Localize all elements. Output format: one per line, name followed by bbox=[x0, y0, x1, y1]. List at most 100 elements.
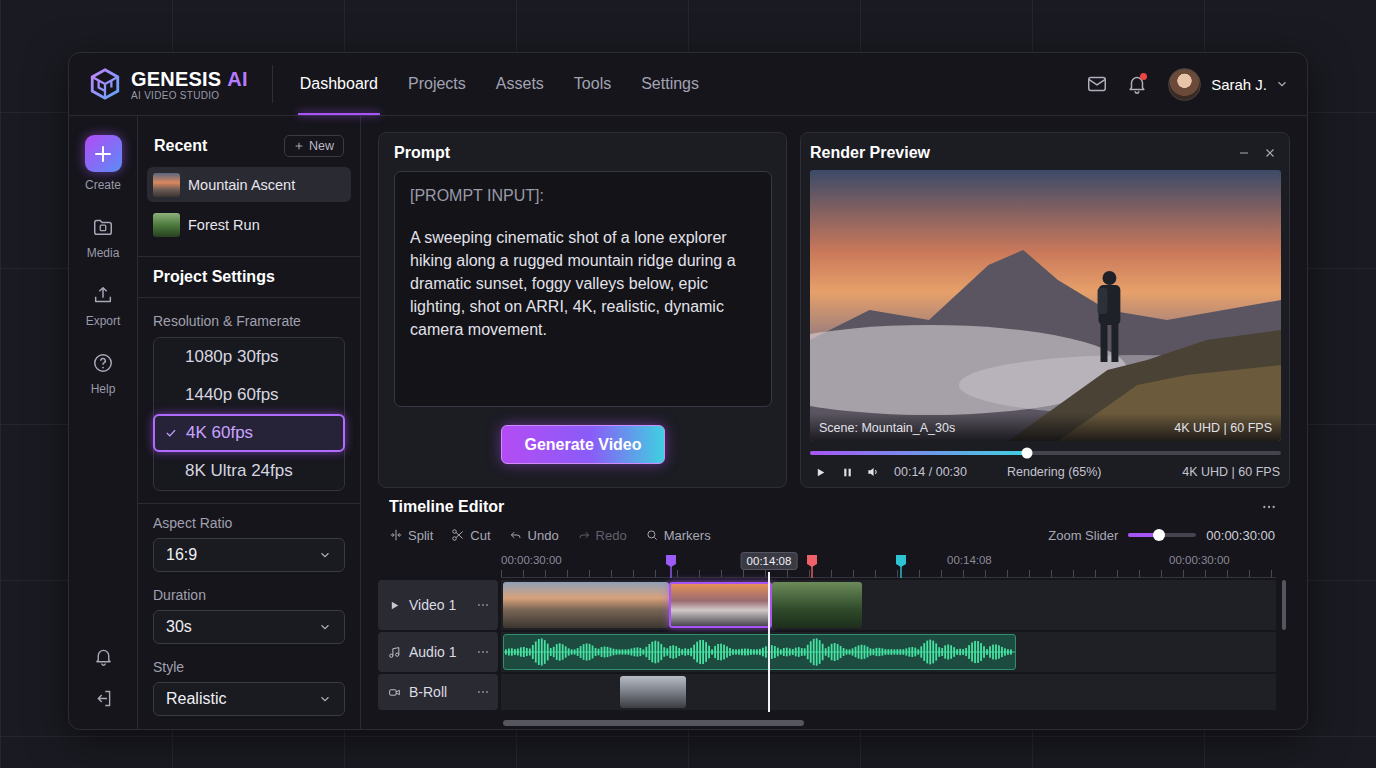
tool-button[interactable]: Redo bbox=[577, 528, 627, 543]
rail-icon-box[interactable] bbox=[90, 350, 116, 376]
vertical-scrollbar[interactable] bbox=[1282, 580, 1286, 630]
track-name: Video 1 bbox=[409, 597, 468, 613]
undo-icon[interactable] bbox=[509, 528, 523, 542]
rail-item[interactable]: Create bbox=[85, 135, 122, 192]
rail-label[interactable]: Media bbox=[87, 246, 120, 260]
resolution-option[interactable]: 4K 60fps bbox=[153, 414, 345, 452]
app-window: GENESISAIAI VIDEO STUDIO Dashboard Project… bbox=[68, 52, 1308, 730]
close-icon[interactable] bbox=[1263, 146, 1277, 160]
tool-button[interactable]: Undo bbox=[509, 528, 559, 543]
horizontal-scrollbar[interactable] bbox=[503, 720, 804, 726]
playback-progress[interactable] bbox=[810, 451, 1281, 455]
clip[interactable] bbox=[503, 582, 669, 628]
select[interactable]: 30s bbox=[153, 610, 345, 644]
scene-name: Scene: Mountain_A_30s bbox=[819, 421, 955, 435]
nav-item[interactable]: Tools bbox=[574, 53, 611, 115]
more-icon[interactable] bbox=[1261, 499, 1277, 515]
track-name: Audio 1 bbox=[409, 644, 468, 660]
plus-icon[interactable] bbox=[294, 141, 304, 151]
marker-flag-icon[interactable] bbox=[806, 554, 818, 578]
rail-icon-box[interactable] bbox=[85, 135, 122, 172]
content: Prompt[PROMPT INPUT]:A sweeping cinemati… bbox=[361, 116, 1307, 729]
rail-label[interactable]: Create bbox=[85, 178, 121, 192]
redo-icon[interactable] bbox=[577, 528, 591, 542]
more-icon[interactable] bbox=[476, 645, 490, 659]
nav-item[interactable]: Assets bbox=[496, 53, 544, 115]
chevron-down-icon[interactable] bbox=[318, 620, 332, 634]
media-icon[interactable] bbox=[92, 216, 114, 238]
track-header[interactable]: B-Roll bbox=[378, 674, 498, 710]
rail-item[interactable]: Media bbox=[87, 214, 120, 260]
resolution-option[interactable]: 8K Ultra 24fps bbox=[154, 452, 344, 490]
rail-item[interactable]: Help bbox=[90, 350, 116, 396]
rail-label[interactable]: Export bbox=[86, 314, 121, 328]
export-icon[interactable] bbox=[92, 284, 114, 306]
rail-icon-box[interactable] bbox=[90, 214, 116, 240]
nav-item[interactable]: Dashboard bbox=[300, 53, 378, 115]
nav-item[interactable]: Settings bbox=[641, 53, 699, 115]
bell-icon[interactable] bbox=[93, 646, 114, 667]
playback-time: 00:14 / 00:30 bbox=[894, 465, 967, 479]
marker-flag-icon[interactable] bbox=[895, 554, 907, 578]
clip[interactable] bbox=[772, 582, 862, 628]
time-ruler[interactable]: 00:00:30:0000:14:0800:00:30:0000:14:08 bbox=[501, 550, 1276, 578]
magnifier-icon[interactable] bbox=[645, 528, 659, 542]
clip[interactable] bbox=[669, 582, 772, 628]
avatar[interactable] bbox=[1168, 68, 1201, 101]
mail-icon[interactable] bbox=[1086, 73, 1108, 95]
field-label: Aspect Ratio bbox=[153, 514, 345, 532]
select[interactable]: 16:9 bbox=[153, 538, 345, 572]
new-button[interactable]: New bbox=[284, 135, 344, 157]
scissors-icon[interactable] bbox=[451, 528, 465, 542]
brand[interactable]: GENESISAIAI VIDEO STUDIO bbox=[88, 67, 248, 101]
logout-icon[interactable] bbox=[93, 688, 114, 709]
chevron-down-icon[interactable] bbox=[1275, 77, 1289, 91]
recent-item[interactable]: Forest Run bbox=[147, 207, 351, 242]
select[interactable]: Realistic bbox=[153, 682, 345, 716]
tool-button[interactable]: Split bbox=[389, 528, 433, 543]
recent-item[interactable]: Mountain Ascent bbox=[147, 167, 351, 202]
track-header[interactable]: Audio 1 bbox=[378, 632, 498, 672]
notifications[interactable] bbox=[1126, 73, 1148, 95]
tool-button[interactable]: Cut bbox=[451, 528, 490, 543]
playhead-line[interactable] bbox=[768, 572, 770, 712]
zoom-slider[interactable] bbox=[1128, 533, 1196, 537]
user-name[interactable]: Sarah J. bbox=[1211, 76, 1267, 93]
volume-icon[interactable] bbox=[866, 465, 880, 479]
zoom-knob[interactable] bbox=[1153, 529, 1165, 541]
resolution-option[interactable]: 1080p 30fps bbox=[154, 338, 344, 376]
tool-button[interactable]: Markers bbox=[645, 528, 711, 543]
play-icon[interactable] bbox=[814, 466, 827, 479]
prompt-input[interactable]: [PROMPT INPUT]: A sweeping cinematic shot… bbox=[394, 171, 772, 407]
clip[interactable] bbox=[503, 634, 1016, 670]
cube-logo-icon bbox=[88, 67, 122, 101]
rail-icon-box[interactable] bbox=[90, 282, 116, 308]
play-icon[interactable] bbox=[388, 599, 401, 612]
help-icon[interactable] bbox=[92, 352, 114, 374]
more-icon[interactable] bbox=[476, 598, 490, 612]
prompt-label: [PROMPT INPUT]: bbox=[410, 186, 756, 206]
nav-item[interactable]: Projects bbox=[408, 53, 466, 115]
split-icon[interactable] bbox=[389, 528, 403, 542]
chevron-down-icon[interactable] bbox=[318, 692, 332, 706]
timeline-toolbar: SplitCutUndoRedoMarkersZoom Slider00:00:… bbox=[378, 524, 1290, 546]
track-header[interactable]: Video 1 bbox=[378, 580, 498, 630]
divider bbox=[272, 65, 273, 103]
pause-icon[interactable] bbox=[841, 466, 854, 479]
generate-video-button[interactable]: Generate Video bbox=[501, 425, 664, 464]
more-icon[interactable] bbox=[476, 685, 490, 699]
frame-overlay: Scene: Mountain_A_30s4K UHD | 60 FPS bbox=[810, 413, 1281, 441]
clip[interactable] bbox=[620, 676, 686, 708]
minimize-icon[interactable] bbox=[1237, 146, 1251, 160]
track-row: B-Roll bbox=[378, 674, 1290, 710]
prompt-text[interactable]: A sweeping cinematic shot of a lone expl… bbox=[410, 226, 756, 341]
plus-icon[interactable] bbox=[91, 142, 115, 166]
zoom-time: 00:00:30:00 bbox=[1206, 528, 1275, 543]
chevron-down-icon[interactable] bbox=[318, 548, 332, 562]
sidebar: RecentNewMountain AscentForest RunProjec… bbox=[138, 116, 361, 729]
progress-knob[interactable] bbox=[1021, 448, 1032, 459]
resolution-option[interactable]: 1440p 60fps bbox=[154, 376, 344, 414]
rail-label[interactable]: Help bbox=[91, 382, 116, 396]
marker-flag-icon[interactable] bbox=[665, 554, 677, 578]
rail-item[interactable]: Export bbox=[86, 282, 121, 328]
